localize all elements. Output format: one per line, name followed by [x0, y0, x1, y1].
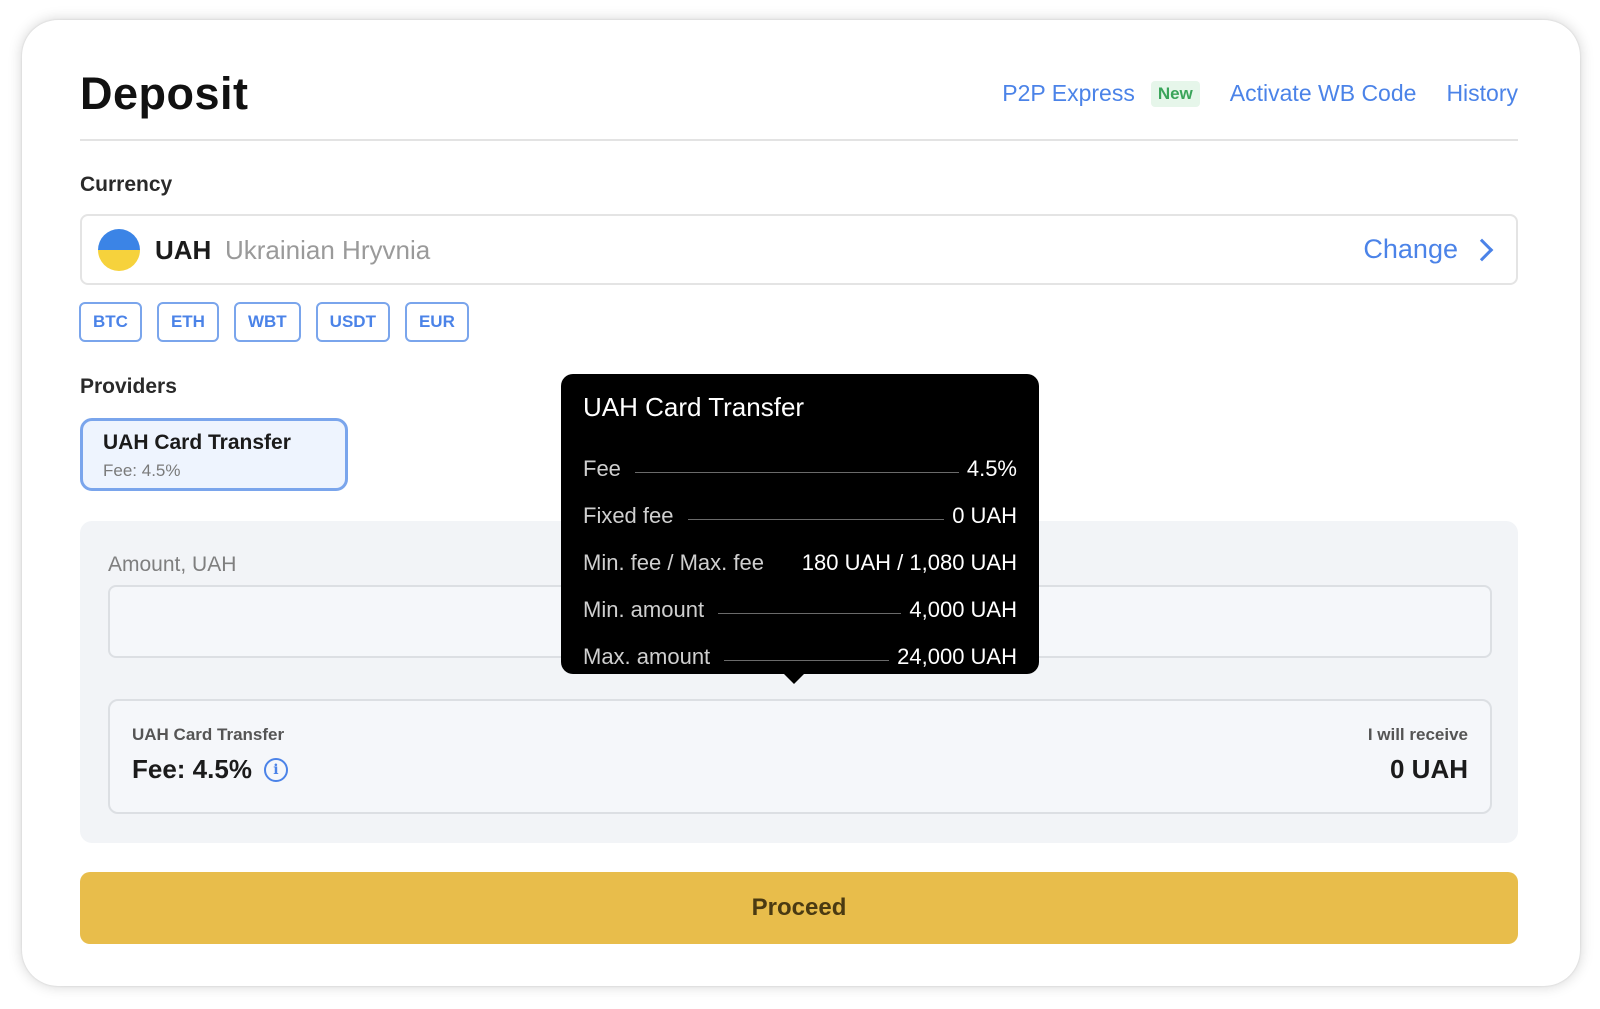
- tooltip-row: Min. fee / Max. fee 180 UAH / 1,080 UAH: [583, 529, 1017, 576]
- tooltip-value: 24,000 UAH: [897, 644, 1017, 669]
- currency-code: UAH: [155, 235, 212, 265]
- new-badge: New: [1150, 80, 1200, 107]
- summary-provider: UAH Card Transfer: [132, 725, 285, 744]
- info-icon[interactable]: i: [263, 757, 288, 782]
- ukraine-flag-icon: [98, 229, 140, 271]
- tooltip-row: Fee 4.5%: [583, 435, 1017, 482]
- fee-tooltip: UAH Card Transfer Fee 4.5% Fixed fee 0 U…: [561, 374, 1039, 684]
- proceed-button[interactable]: Proceed: [80, 872, 1518, 944]
- chip-eur[interactable]: EUR: [404, 302, 469, 342]
- chip-btc[interactable]: BTC: [79, 302, 142, 342]
- currency-name: Ukrainian Hryvnia: [225, 235, 431, 265]
- tooltip-value: 4,000 UAH: [909, 597, 1017, 622]
- tooltip-row: Fixed fee 0 UAH: [583, 482, 1017, 529]
- header-divider: [80, 139, 1518, 141]
- tooltip-value: 0 UAH: [952, 503, 1017, 528]
- tooltip-value: 180 UAH / 1,080 UAH: [801, 550, 1017, 575]
- summary-fee-text: Fee: 4.5%: [132, 754, 252, 784]
- summary-fee: Fee: 4.5% i: [132, 754, 288, 785]
- provider-name: UAH Card Transfer: [103, 431, 291, 454]
- tooltip-key: Fixed fee: [583, 503, 674, 528]
- tooltip-row: Min. amount 4,000 UAH: [583, 576, 1017, 623]
- page-title: Deposit: [80, 68, 249, 119]
- chip-usdt[interactable]: USDT: [315, 302, 390, 342]
- tooltip-key: Min. amount: [583, 597, 705, 622]
- tooltip-key: Fee: [583, 456, 621, 481]
- tooltip-arrow: [783, 673, 805, 684]
- tooltip-value: 4.5%: [966, 456, 1017, 481]
- header-links: P2P Express New Activate WB Code History: [1002, 80, 1518, 107]
- currency-label: Currency: [80, 173, 173, 196]
- receive-label: I will receive: [1367, 725, 1468, 744]
- chip-wbt[interactable]: WBT: [233, 302, 301, 342]
- history-link[interactable]: History: [1446, 80, 1518, 107]
- provider-card-uah-card-transfer[interactable]: UAH Card Transfer Fee: 4.5%: [80, 418, 348, 491]
- amount-label: Amount, UAH: [108, 553, 237, 576]
- leader-line: [718, 613, 902, 614]
- provider-fee: Fee: 4.5%: [103, 461, 181, 480]
- tooltip-key: Max. amount: [583, 644, 711, 669]
- tooltip-row: Max. amount 24,000 UAH: [583, 623, 1017, 670]
- receive-value: 0 UAH: [1389, 754, 1468, 784]
- leader-line: [634, 472, 959, 473]
- quick-currency-chips: BTC ETH WBT USDT EUR: [79, 302, 484, 342]
- currency-selector[interactable]: UAH Ukrainian Hryvnia Change: [80, 214, 1518, 285]
- chevron-right-icon: [1470, 238, 1494, 261]
- p2p-express-link[interactable]: P2P Express: [1002, 80, 1135, 107]
- change-label: Change: [1363, 234, 1458, 264]
- leader-line: [724, 660, 890, 661]
- chip-eth[interactable]: ETH: [156, 302, 219, 342]
- leader-line: [687, 519, 945, 520]
- change-currency-button[interactable]: Change: [1363, 234, 1494, 265]
- tooltip-key: Min. fee / Max. fee: [583, 550, 764, 575]
- tooltip-title: UAH Card Transfer: [583, 392, 805, 422]
- deposit-summary: UAH Card Transfer Fee: 4.5% i I will rec…: [108, 699, 1492, 814]
- activate-code-link[interactable]: Activate WB Code: [1230, 80, 1417, 107]
- providers-label: Providers: [80, 375, 177, 398]
